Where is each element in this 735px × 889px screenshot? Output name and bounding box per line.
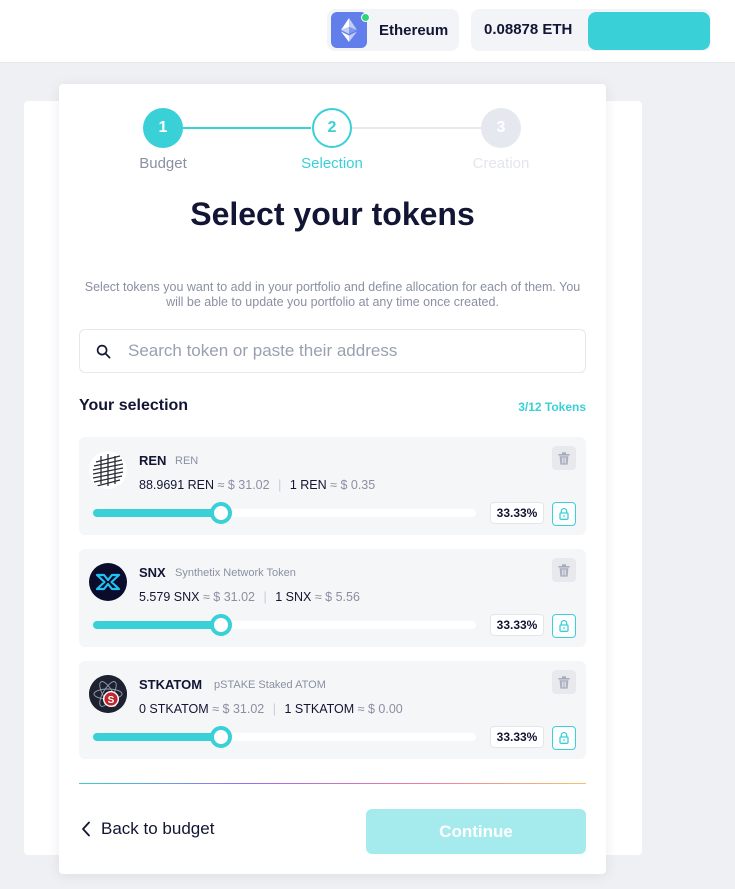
allocation-slider-thumb[interactable] [209, 614, 232, 636]
trash-icon [558, 563, 570, 577]
stepper-progress-line [183, 127, 311, 129]
network-selector[interactable]: Ethereum [327, 9, 459, 51]
step-budget-circle[interactable]: 1 [143, 108, 183, 148]
top-header: Ethereum 0.08878 ETH [0, 0, 735, 63]
token-amounts: 0 STKATOM ≈ $ 31.02 | 1 STKATOM ≈ $ 0.00 [139, 702, 403, 716]
continue-button[interactable]: Continue [366, 809, 586, 854]
stepper-remaining-line [351, 127, 481, 129]
token-amounts: 5.579 SNX ≈ $ 31.02 | 1 SNX ≈ $ 5.56 [139, 590, 360, 604]
allocation-percentage[interactable]: 33.33% [490, 726, 544, 748]
token-selection-card: 1 2 3 Budget Selection Creation Select y… [59, 84, 606, 874]
allocation-slider[interactable] [93, 502, 476, 524]
allocation-slider[interactable] [93, 726, 476, 748]
token-unit-label: 1 STKATOM [284, 702, 355, 716]
step-creation-label: Creation [472, 155, 530, 172]
amount-separator: | [272, 702, 276, 716]
token-unit-label: 1 SNX [275, 590, 312, 604]
lock-allocation-button[interactable] [552, 614, 576, 638]
token-amount: 5.579 SNX [139, 590, 200, 604]
step-budget-label[interactable]: Budget [103, 155, 223, 172]
token-name: pSTAKE Staked ATOM [214, 679, 326, 691]
lock-allocation-button[interactable] [552, 502, 576, 526]
chevron-left-icon [82, 821, 90, 837]
token-amount-usd: ≈ $ 31.02 [212, 702, 265, 716]
token-amounts: 88.9691 REN ≈ $ 31.02 | 1 REN ≈ $ 0.35 [139, 478, 375, 492]
trash-icon [558, 451, 570, 465]
allocation-slider-thumb[interactable] [209, 502, 232, 524]
allocation-percentage[interactable]: 33.33% [490, 502, 544, 524]
allocation-slider-fill [93, 621, 221, 629]
remove-token-button[interactable] [552, 670, 576, 694]
allocation-slider[interactable] [93, 614, 476, 636]
token-row-stkatom: S STKATOM pSTAKE Staked ATOM 0 STKATOM ≈… [79, 661, 586, 759]
trash-icon [558, 675, 570, 689]
step-selection-circle[interactable]: 2 [312, 108, 352, 148]
back-to-budget-label: Back to budget [101, 819, 215, 838]
allocation-slider-fill [93, 733, 221, 741]
token-amount-usd: ≈ $ 31.02 [202, 590, 255, 604]
search-input[interactable] [128, 341, 568, 361]
stkatom-logo-icon: S [89, 675, 127, 713]
step-selection-label: Selection [301, 155, 363, 172]
remove-token-button[interactable] [552, 446, 576, 470]
amount-separator: | [278, 478, 282, 492]
search-icon [96, 344, 111, 358]
token-unit-price: ≈ $ 0.00 [357, 702, 403, 716]
token-name: Synthetix Network Token [175, 567, 296, 579]
network-name: Ethereum [379, 21, 449, 39]
token-row-snx: SNX Synthetix Network Token 5.579 SNX ≈ … [79, 549, 586, 647]
allocation-slider-thumb[interactable] [209, 726, 232, 748]
lock-icon [559, 620, 569, 632]
token-amount: 0 STKATOM [139, 702, 209, 716]
page-title: Select your tokens [190, 196, 475, 232]
token-amount-usd: ≈ $ 31.02 [217, 478, 270, 492]
token-symbol: STKATOM [139, 677, 203, 692]
wallet-balance: 0.08878 ETH [484, 21, 573, 38]
svg-text:S: S [108, 695, 115, 706]
token-unit-price: ≈ $ 5.56 [314, 590, 360, 604]
ren-logo-icon [89, 451, 127, 489]
token-name: REN [175, 455, 199, 467]
token-unit-label: 1 REN [289, 478, 327, 492]
synthetix-logo-icon [89, 563, 127, 601]
allocation-percentage[interactable]: 33.33% [490, 614, 544, 636]
step-creation-circle: 3 [481, 108, 521, 148]
allocation-slider-fill [93, 509, 221, 517]
token-amount: 88.9691 REN [139, 478, 215, 492]
token-symbol: SNX [139, 565, 166, 580]
lock-icon [559, 732, 569, 744]
remove-token-button[interactable] [552, 558, 576, 582]
wallet-account-button[interactable] [588, 12, 710, 50]
back-to-budget-link[interactable]: Back to budget [81, 819, 214, 839]
token-unit-price: ≈ $ 0.35 [330, 478, 376, 492]
search-field[interactable] [79, 329, 586, 373]
footer-divider [79, 783, 586, 784]
lock-allocation-button[interactable] [552, 726, 576, 750]
wallet-balance-pill: 0.08878 ETH [471, 9, 711, 51]
lock-icon [559, 508, 569, 520]
amount-separator: | [263, 590, 267, 604]
selection-count: 3/12 Tokens [518, 400, 586, 414]
selection-heading: Your selection [79, 397, 189, 414]
ethereum-diamond-icon [331, 12, 370, 48]
token-symbol: REN [139, 453, 167, 468]
page-subtitle: Select tokens you want to add in your po… [84, 280, 581, 309]
token-row-ren: REN REN 88.9691 REN ≈ $ 31.02 | 1 REN ≈ … [79, 437, 586, 535]
network-status-dot [361, 13, 370, 22]
